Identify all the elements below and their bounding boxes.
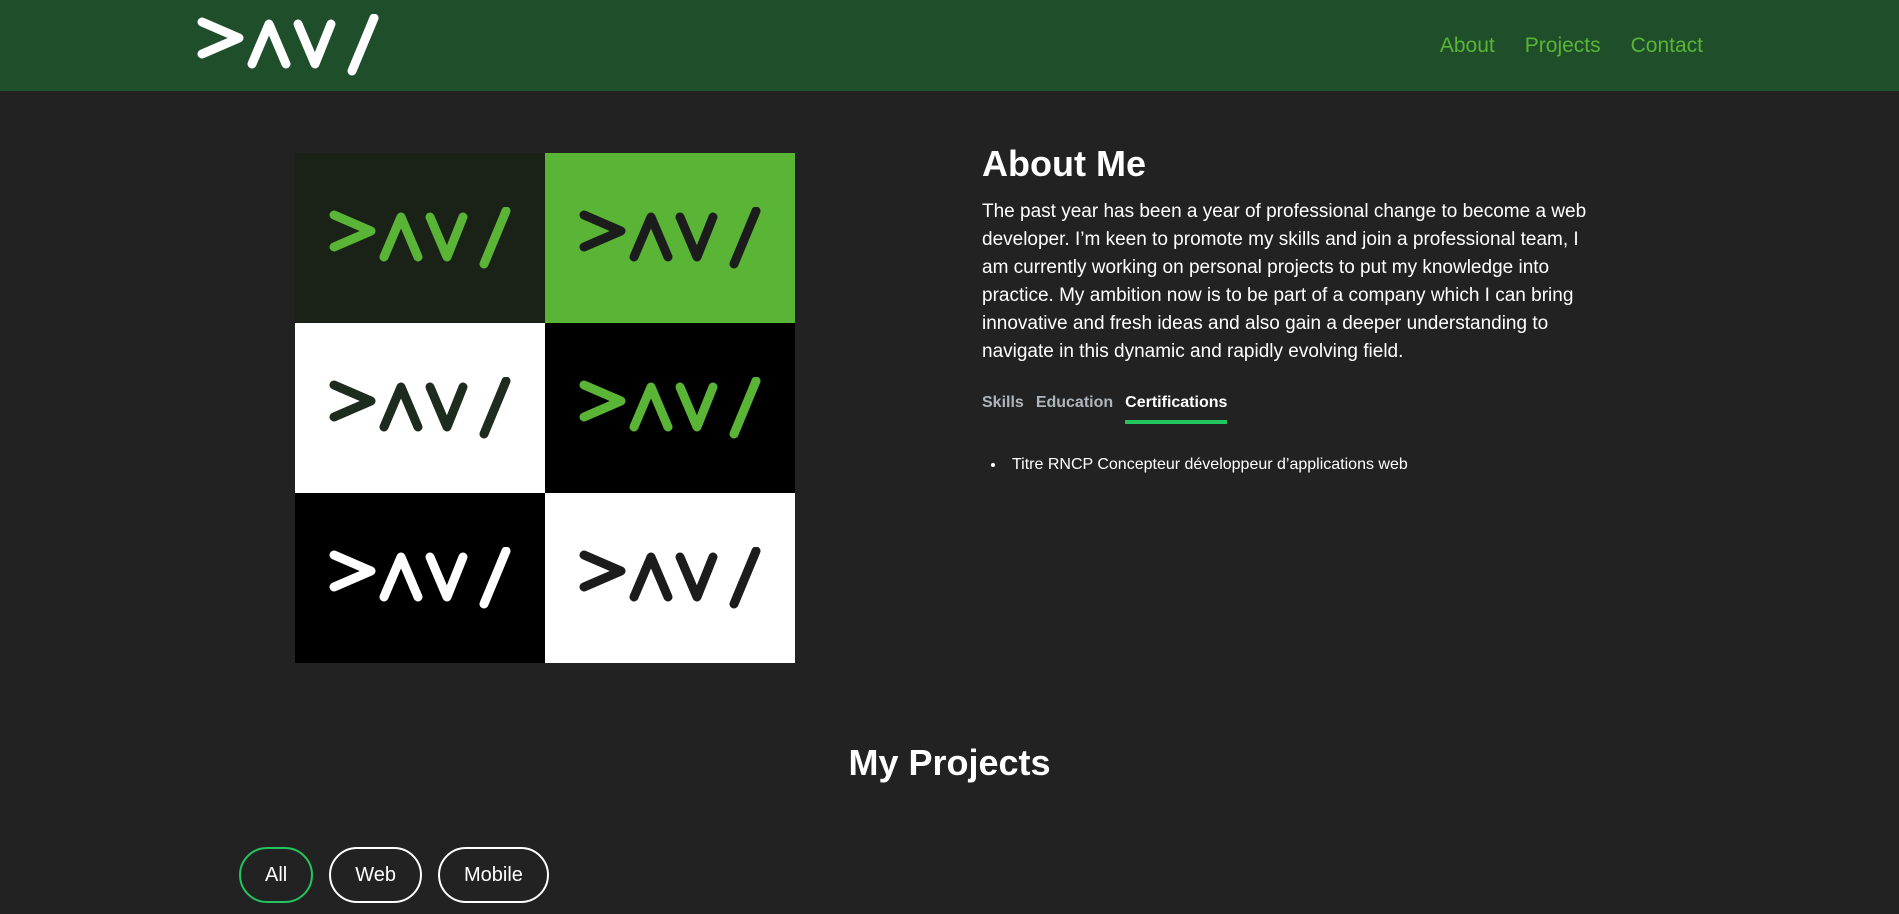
logo-mark-icon: [579, 547, 761, 609]
logo-mark-icon: [329, 207, 511, 269]
about-title: About Me: [982, 143, 1146, 184]
logo-variant: [545, 493, 795, 663]
logo-mark-icon: [329, 377, 511, 439]
main-nav: About Projects Contact: [1440, 0, 1703, 91]
list-item: Titre RNCP Concepteur développeur d’appl…: [991, 454, 1602, 476]
about-section: About Me The past year has been a year o…: [982, 140, 1602, 476]
header: About Projects Contact: [0, 0, 1899, 91]
filter-web-button[interactable]: Web: [329, 847, 422, 903]
logo-variant: [295, 493, 545, 663]
certifications-list: Titre RNCP Concepteur développeur d’appl…: [982, 454, 1602, 476]
logo-variant: [295, 153, 545, 323]
about-text: The past year has been a year of profess…: [982, 201, 1587, 362]
nav-link-projects[interactable]: Projects: [1525, 34, 1601, 58]
logo-mark-icon: [329, 547, 511, 609]
project-filters: All Web Mobile: [239, 847, 549, 903]
logo-variant: [295, 323, 545, 493]
logo-mark-icon: [579, 207, 761, 269]
tab-skills[interactable]: Skills: [982, 394, 1024, 424]
about-tabs: Skills Education Certifications: [982, 394, 1602, 424]
logo-mark-icon: [579, 377, 761, 439]
logo-variant: [545, 323, 795, 493]
tab-certifications[interactable]: Certifications: [1125, 394, 1228, 424]
site-logo[interactable]: [197, 14, 379, 76]
filter-mobile-button[interactable]: Mobile: [438, 847, 549, 903]
logo-variants-grid: [295, 153, 795, 663]
tab-education[interactable]: Education: [1036, 394, 1113, 424]
logo-variant: [545, 153, 795, 323]
filter-all-button[interactable]: All: [239, 847, 314, 903]
nav-link-contact[interactable]: Contact: [1631, 34, 1703, 58]
projects-title: My Projects: [848, 742, 1051, 783]
nav-link-about[interactable]: About: [1440, 34, 1495, 58]
